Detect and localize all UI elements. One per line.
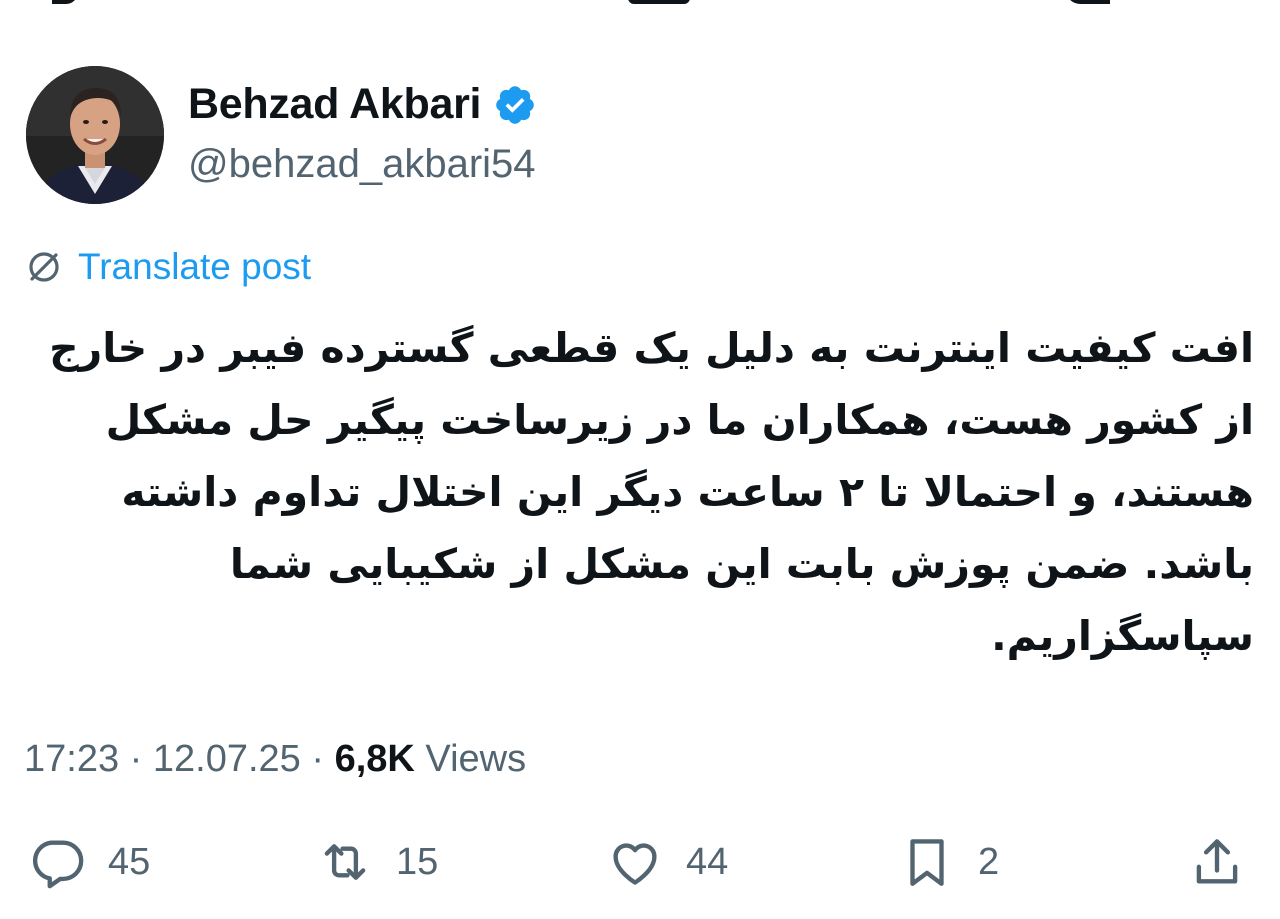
top-toolbar-cutoff (0, 0, 1280, 14)
bookmark-count: 2 (978, 840, 1000, 883)
share-icon (1196, 839, 1238, 884)
post-meta: 17:23 · 12.07.25 · 6,8K Views (24, 738, 526, 781)
translate-icon (24, 247, 64, 287)
reply-count: 45 (108, 840, 151, 883)
views-label[interactable]: Views (425, 738, 526, 780)
like-button[interactable]: 44 (606, 832, 728, 892)
views-count[interactable]: 6,8K (335, 738, 415, 780)
like-count: 44 (686, 840, 729, 883)
author-name-text: Behzad Akbari (188, 80, 482, 128)
post-time[interactable]: 17:23 (24, 738, 119, 780)
meta-separator: · (129, 738, 143, 780)
post-text: افت کیفیت اینترنت به دلیل یک قطعی گسترده… (49, 324, 1254, 660)
post-date[interactable]: 12.07.25 (153, 738, 301, 780)
bookmark-button[interactable]: 2 (898, 832, 999, 892)
heart-icon (613, 843, 657, 885)
avatar[interactable] (26, 66, 164, 204)
avatar-photo (26, 66, 164, 204)
share-button[interactable] (1188, 832, 1246, 892)
translate-label: Translate post (78, 246, 312, 287)
reply-button[interactable]: 45 (28, 832, 150, 892)
action-bar: 45 15 44 2 (0, 832, 1280, 892)
repost-icon (324, 844, 366, 880)
repost-button[interactable]: 15 (316, 832, 438, 892)
verified-badge-icon[interactable] (493, 83, 537, 127)
reply-icon (32, 840, 84, 889)
repost-count: 15 (396, 840, 439, 883)
author-handle[interactable]: @behzad_akbari54 (188, 142, 536, 187)
bookmark-icon (910, 839, 944, 886)
translate-post-button[interactable]: Translate post (24, 244, 311, 290)
author-display-name[interactable]: Behzad Akbari (188, 80, 537, 129)
meta-separator: · (311, 738, 325, 780)
tweet-detail: Behzad Akbari @behzad_akbari54 Translate… (0, 0, 1280, 919)
